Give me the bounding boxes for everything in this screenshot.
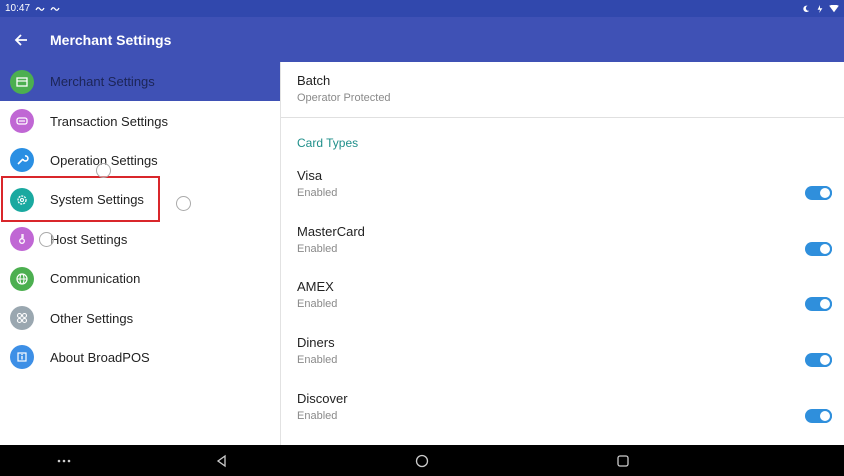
sidebar-item-label: Merchant Settings [50,74,155,90]
notification-icon-2 [50,6,60,11]
card-status: Enabled [297,242,338,255]
settings-panel: Batch Operator Protected Card Types Visa… [281,62,844,445]
menu-dots-icon[interactable] [56,453,72,469]
back-button[interactable] [11,30,31,50]
card-row-visa[interactable]: Visa Enabled [281,164,844,220]
batch-setting[interactable]: Batch Operator Protected [281,62,844,118]
wrench-icon [10,148,34,173]
system-nav-bar [0,445,844,476]
nav-recents-icon[interactable] [615,453,631,469]
card-name: AMEX [297,279,334,295]
sidebar-item-communication[interactable]: Communication [0,259,280,298]
card-name: Visa [297,168,323,183]
card-status: Enabled [297,187,338,199]
mastercard-toggle[interactable] [805,241,832,256]
sidebar-item-other-settings[interactable]: Other Settings [0,298,280,337]
card-name: Discover [297,390,348,406]
batch-title: Batch [297,73,331,88]
battery-charging-icon [817,4,823,13]
card-name: Diners [297,335,335,351]
sidebar-item-label: Other Settings [50,310,134,326]
sidebar-item-label: Operation Settings [50,152,158,168]
sidebar-item-operation-settings[interactable]: Operation Settings [0,141,280,180]
diners-toggle[interactable] [805,353,832,368]
sidebar-item-transaction-settings[interactable]: Transaction Settings [0,101,280,140]
batch-subtitle: Operator Protected [297,92,391,104]
gear-icon [10,187,34,212]
visa-toggle[interactable] [805,186,832,200]
card-status: Enabled [297,298,338,311]
sidebar-item-label: Transaction Settings [50,113,169,129]
arrow-left-icon [14,33,27,46]
card-status: Enabled [297,354,338,367]
status-time: 10:47 [5,3,31,14]
nav-back-icon[interactable] [214,453,230,469]
sidebar-item-label: About BroadPOS [50,349,150,365]
globe-icon [10,266,34,291]
card-row-amex[interactable]: AMEX Enabled [281,275,844,331]
sidebar-item-merchant-settings[interactable]: Merchant Settings [0,62,280,102]
app-bar: Merchant Settings [0,17,844,62]
sidebar-item-label: Host Settings [50,231,128,247]
amex-toggle[interactable] [805,297,832,312]
card-row-diners[interactable]: Diners Enabled [281,331,844,387]
card-row-mastercard[interactable]: MasterCard Enabled [281,220,844,276]
sidebar-item-host-settings[interactable]: Host Settings [0,220,280,259]
wifi-icon [829,4,839,12]
page-title: Merchant Settings [50,31,172,48]
sidebar: Merchant Settings Transaction Settings O… [0,62,280,445]
card-status: Enabled [297,409,338,422]
moon-icon [803,5,810,12]
sidebar-item-about-broadpos[interactable]: About BroadPOS [0,338,280,377]
transaction-icon [10,109,34,134]
card-row-discover[interactable]: Discover Enabled [281,387,844,443]
nav-home-icon[interactable] [414,453,430,469]
grid-icon [10,306,34,331]
merchant-icon [10,69,34,94]
key-icon [10,227,34,252]
discover-toggle[interactable] [805,408,832,423]
section-title: Card Types [297,136,359,150]
info-icon [10,345,34,370]
sidebar-item-label: System Settings [50,192,144,208]
sidebar-item-label: Communication [50,271,141,287]
card-name: MasterCard [297,223,365,239]
status-bar: 10:47 [0,0,844,17]
notification-icon [35,6,45,11]
sidebar-item-system-settings[interactable]: System Settings [0,180,280,219]
